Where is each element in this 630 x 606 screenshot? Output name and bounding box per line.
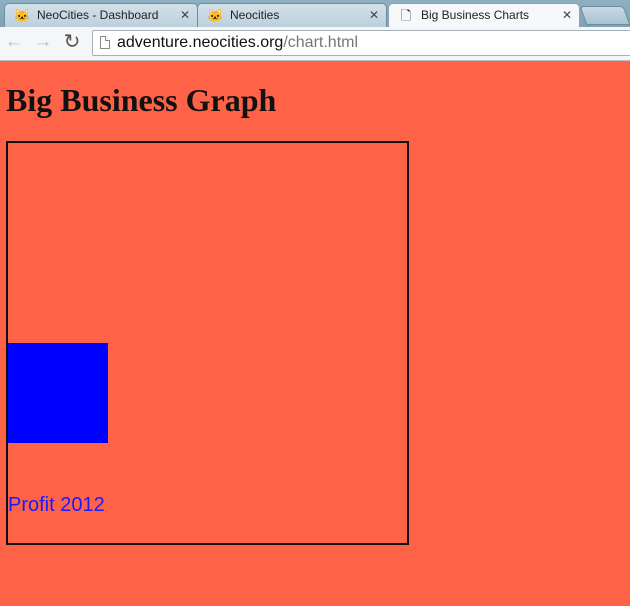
- chart-frame: Profit 2012: [6, 141, 409, 545]
- bar-label: Profit 2012: [8, 494, 105, 516]
- cat-icon: 🐱: [14, 8, 31, 23]
- tab-title: NeoCities - Dashboard: [37, 8, 159, 22]
- bar-profit-2012: [8, 343, 108, 443]
- tab-neocities-dashboard[interactable]: 🐱 NeoCities - Dashboard ✕: [4, 3, 198, 27]
- close-icon[interactable]: ✕: [180, 8, 190, 22]
- url-host: adventure.neocities.org: [117, 34, 284, 51]
- url-path: /chart.html: [283, 34, 359, 51]
- tab-neocities[interactable]: 🐱 Neocities ✕: [197, 3, 387, 27]
- cat-icon: 🐱: [207, 8, 224, 23]
- back-arrow-icon[interactable]: ←: [4, 32, 24, 52]
- tab-title: Big Business Charts: [421, 8, 530, 22]
- reload-icon[interactable]: ↻: [62, 32, 82, 52]
- tab-title: Neocities: [230, 8, 280, 22]
- close-icon[interactable]: ✕: [369, 8, 379, 22]
- page-title: Big Business Graph: [6, 82, 277, 118]
- tab-strip: 🐱 NeoCities - Dashboard ✕ 🐱 Neocities ✕ …: [0, 0, 630, 28]
- page-icon: [100, 36, 110, 49]
- page-icon: 🗋: [400, 8, 412, 23]
- forward-arrow-icon[interactable]: →: [33, 32, 53, 52]
- url-text: adventure.neocities.org/chart.html: [117, 34, 358, 52]
- tab-big-business-charts[interactable]: 🗋 Big Business Charts ✕: [388, 3, 580, 28]
- browser-toolbar: ← → ↻ adventure.neocities.org/chart.html: [0, 27, 630, 61]
- close-icon[interactable]: ✕: [562, 8, 572, 22]
- address-bar[interactable]: adventure.neocities.org/chart.html: [92, 30, 630, 56]
- new-tab-button[interactable]: [579, 6, 630, 25]
